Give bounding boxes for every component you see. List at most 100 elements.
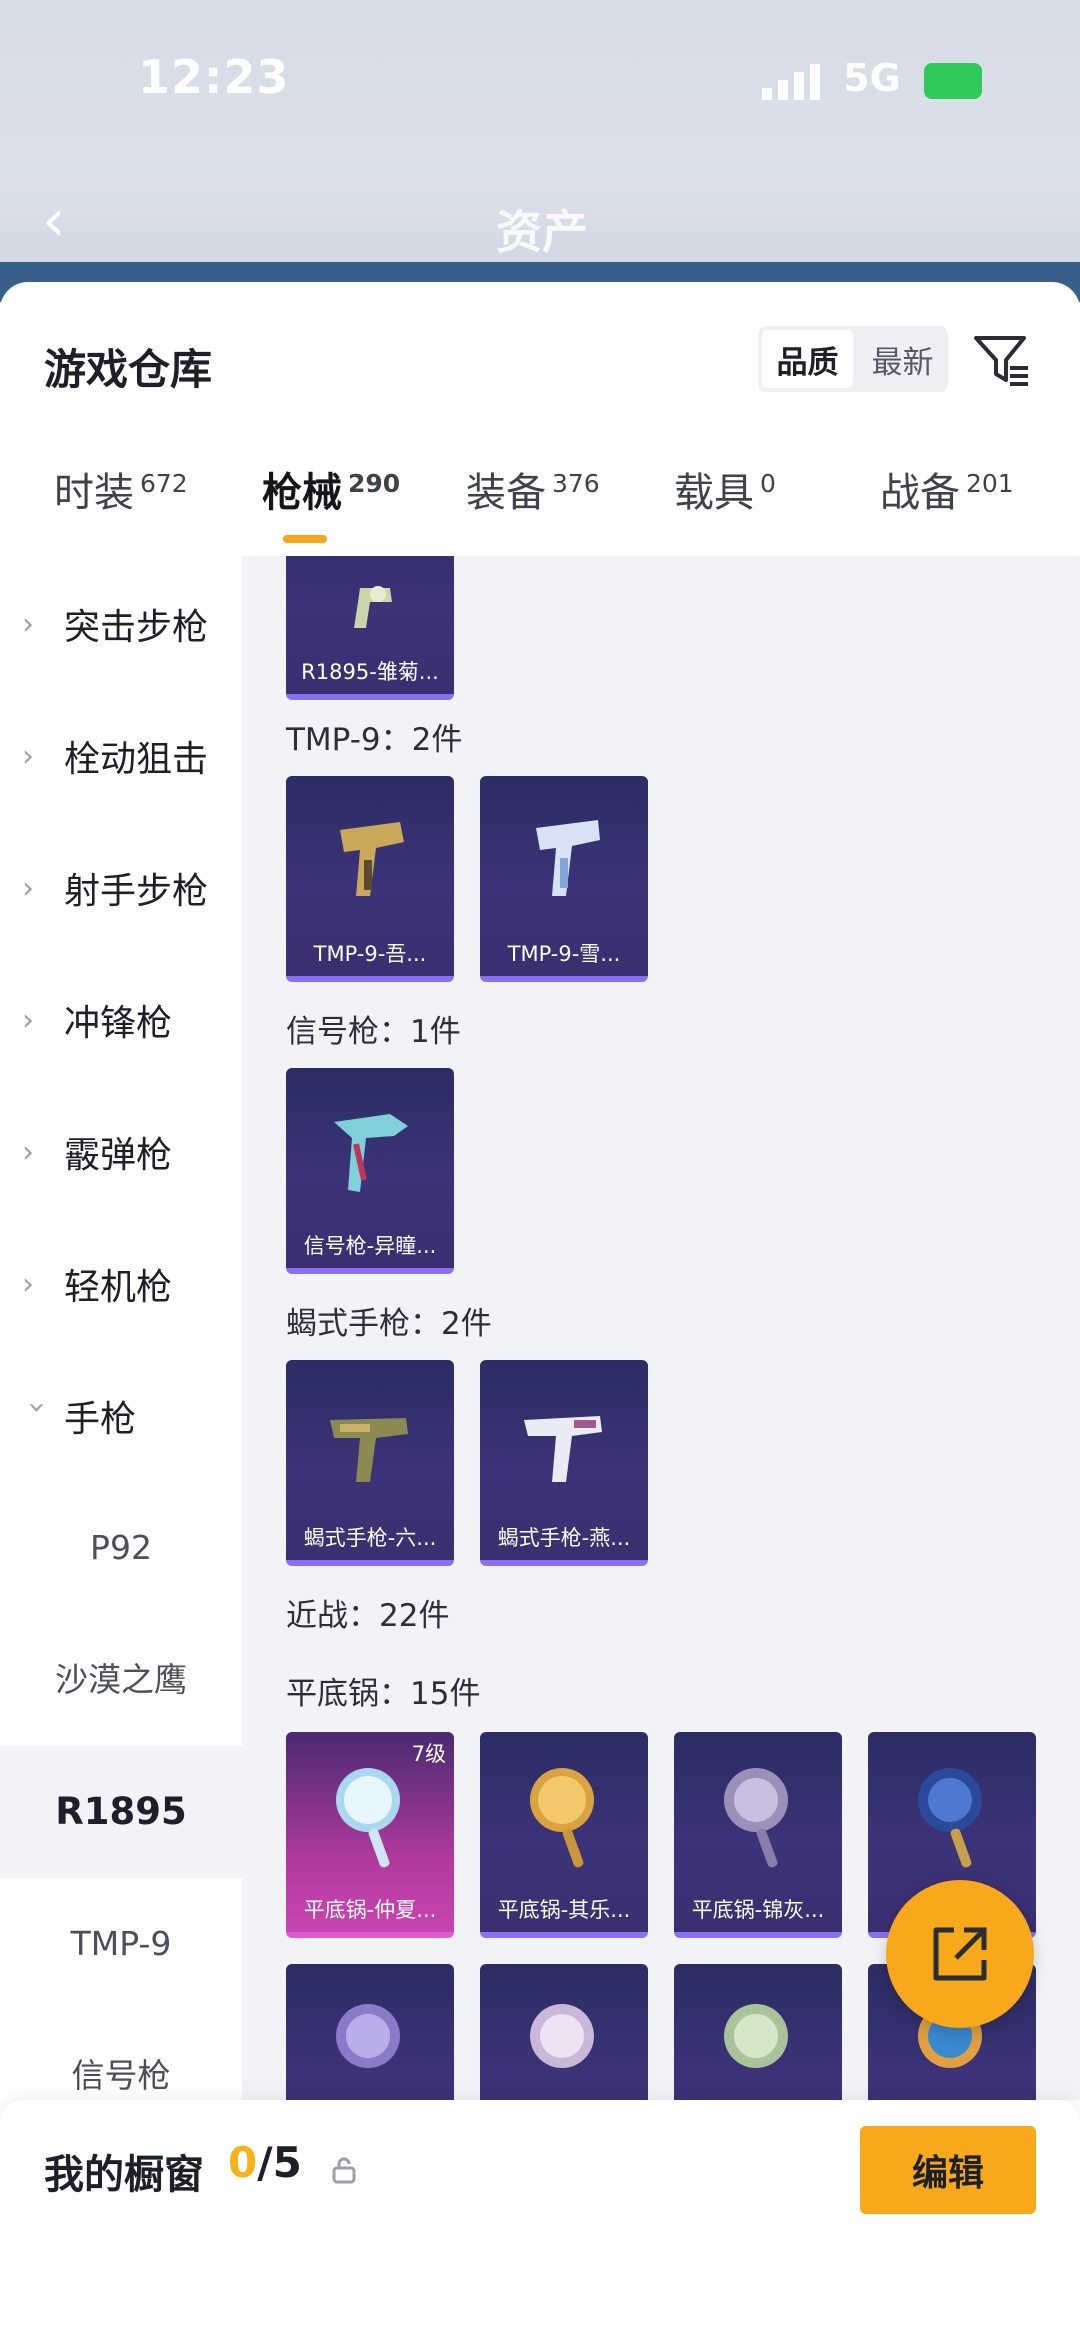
item-name: 平底锅-锦灰... <box>691 1898 825 1922</box>
tab-label: 战备 <box>880 470 960 516</box>
back-arrow-icon[interactable]: ‹ <box>42 190 82 250</box>
sidebar-item-label: 手枪 <box>64 1399 137 1440</box>
smg-icon <box>340 822 404 896</box>
group-label: 蝎式手枪：2件 <box>286 1306 492 1342</box>
tab-equipment[interactable]: 装备 376 <box>466 460 600 518</box>
network-type: 5G <box>843 56 901 100</box>
item-name: 信号枪-异瞳... <box>303 1234 437 1258</box>
sidebar-item-label: 霰弹枪 <box>64 1135 173 1176</box>
item-card[interactable]: 蝎式手枪-燕... <box>480 1360 648 1566</box>
edit-button[interactable]: 编辑 <box>860 2126 1036 2214</box>
sort-latest[interactable]: 最新 <box>857 326 948 392</box>
category-tabs: 时装 672 枪械 290 装备 376 载具 0 战备 201 <box>0 460 1080 550</box>
item-card[interactable]: 平底锅-锦灰... <box>674 1732 842 1938</box>
sidebar-subitem-tmp9[interactable]: TMP-9 <box>0 1914 242 1974</box>
tab-costume[interactable]: 时装 672 <box>54 460 188 518</box>
flare-gun-icon <box>334 1114 408 1192</box>
item-card[interactable] <box>674 1964 842 2100</box>
share-icon <box>933 1927 987 1981</box>
item-name: 蝎式手枪-六... <box>303 1526 437 1550</box>
lock-icon <box>332 2157 356 2184</box>
frying-pan-icon <box>918 1768 982 1868</box>
sort-switch[interactable]: 品质 最新 <box>758 326 948 392</box>
group-label: 平底锅：15件 <box>286 1676 481 1712</box>
frying-pan-icon <box>724 2004 788 2068</box>
item-name: 平底锅-仲夏... <box>303 1898 437 1922</box>
item-name: R1895-雏菊... <box>301 660 439 684</box>
scorpion-pistol-icon <box>330 1418 408 1482</box>
sidebar-item-bolt-sniper[interactable]: › 栓动狙击 <box>22 726 208 786</box>
tab-count: 0 <box>760 469 776 498</box>
active-tab-indicator <box>283 535 327 543</box>
chevron-right-icon: › <box>22 870 34 906</box>
status-indicators: 5G <box>760 56 983 100</box>
frying-pan-icon <box>530 2004 594 2068</box>
sidebar-item-label: 冲锋枪 <box>64 1003 173 1044</box>
chevron-down-icon: › <box>19 1401 55 1413</box>
signal-icon <box>762 63 820 100</box>
tab-label: 载具 <box>674 470 754 516</box>
tab-guns[interactable]: 枪械 290 <box>262 460 400 518</box>
share-button[interactable] <box>886 1880 1034 2028</box>
item-card[interactable] <box>286 1964 454 2100</box>
showcase-total: /5 <box>257 2138 302 2187</box>
chevron-right-icon: › <box>22 1002 34 1038</box>
showcase-label: 我的橱窗 <box>44 2152 204 2198</box>
item-grid: R1895-雏菊... TMP-9：2件 TMP-9-吾... TMP-9-雪.… <box>242 556 1080 2100</box>
status-time: 12:23 <box>138 50 290 104</box>
scorpion-pistol-icon <box>524 1416 602 1482</box>
item-card[interactable]: TMP-9-吾... <box>286 776 454 982</box>
page-title: 资产 <box>496 205 588 259</box>
sidebar-item-marksman-rifle[interactable]: › 射手步枪 <box>22 858 208 918</box>
tab-label: 装备 <box>466 470 546 516</box>
sidebar-item-smg[interactable]: › 冲锋枪 <box>22 990 172 1050</box>
item-name: TMP-9-吾... <box>313 942 427 966</box>
sidebar-subitem-p92[interactable]: P92 <box>0 1518 242 1578</box>
item-card[interactable]: R1895-雏菊... <box>286 556 454 700</box>
sidebar-item-label: 突击步枪 <box>64 607 209 648</box>
tab-label: 时装 <box>54 470 134 516</box>
sidebar-subitem-flare-gun[interactable]: 信号枪 <box>0 2046 242 2106</box>
group-label: 信号枪：1件 <box>286 1014 461 1050</box>
item-card[interactable]: 7级 平底锅-仲夏... <box>286 1732 454 1938</box>
sidebar-item-label: 栓动狙击 <box>64 739 209 780</box>
chevron-right-icon: › <box>22 1266 34 1302</box>
tab-count: 201 <box>966 469 1014 498</box>
item-card[interactable]: 蝎式手枪-六... <box>286 1360 454 1566</box>
sidebar: › 突击步枪 › 栓动狙击 › 射手步枪 › 冲锋枪 › 霰弹枪 › 轻机枪 › 手枪 P92… <box>0 556 242 2100</box>
tab-count: 376 <box>552 469 600 498</box>
frying-pan-icon <box>336 1768 400 1868</box>
sidebar-item-shotgun[interactable]: › 霰弹枪 <box>22 1122 172 1182</box>
sidebar-subitem-r1895[interactable]: R1895 <box>0 1746 242 1878</box>
item-name: 蝎式手枪-燕... <box>497 1526 631 1550</box>
sidebar-item-assault-rifle[interactable]: › 突击步枪 <box>22 594 208 654</box>
tab-count: 672 <box>140 469 188 498</box>
chevron-right-icon: › <box>22 738 34 774</box>
sidebar-item-lmg[interactable]: › 轻机枪 <box>22 1254 172 1314</box>
item-name: 平底锅-其乐... <box>497 1898 631 1922</box>
frying-pan-icon <box>336 2004 400 2068</box>
tab-supplies[interactable]: 战备 201 <box>880 460 1014 518</box>
sort-quality[interactable]: 品质 <box>762 330 853 388</box>
group-label: 近战：22件 <box>286 1598 450 1634</box>
group-label: TMP-9：2件 <box>286 722 463 758</box>
tab-label: 枪械 <box>262 470 342 516</box>
smg-icon <box>536 820 600 896</box>
frying-pan-icon <box>530 1768 594 1868</box>
tab-count: 290 <box>348 469 401 498</box>
item-name: TMP-9-雪... <box>507 942 621 966</box>
chevron-right-icon: › <box>22 1134 34 1170</box>
item-card[interactable] <box>480 1964 648 2100</box>
item-card[interactable]: TMP-9-雪... <box>480 776 648 982</box>
item-card[interactable]: 信号枪-异瞳... <box>286 1068 454 1274</box>
sidebar-item-pistol[interactable]: › 手枪 <box>19 1386 137 1446</box>
sidebar-subitem-desert-eagle[interactable]: 沙漠之鹰 <box>0 1650 242 1710</box>
sidebar-item-label: 射手步枪 <box>64 871 209 912</box>
filter-icon[interactable] <box>972 330 1032 390</box>
warehouse-title: 游戏仓库 <box>44 345 213 394</box>
battery-icon <box>924 62 983 99</box>
item-card[interactable]: 平底锅-其乐... <box>480 1732 648 1938</box>
tab-vehicles[interactable]: 载具 0 <box>674 460 776 518</box>
sidebar-item-label: 轻机枪 <box>64 1267 173 1308</box>
frying-pan-icon <box>724 1768 788 1868</box>
